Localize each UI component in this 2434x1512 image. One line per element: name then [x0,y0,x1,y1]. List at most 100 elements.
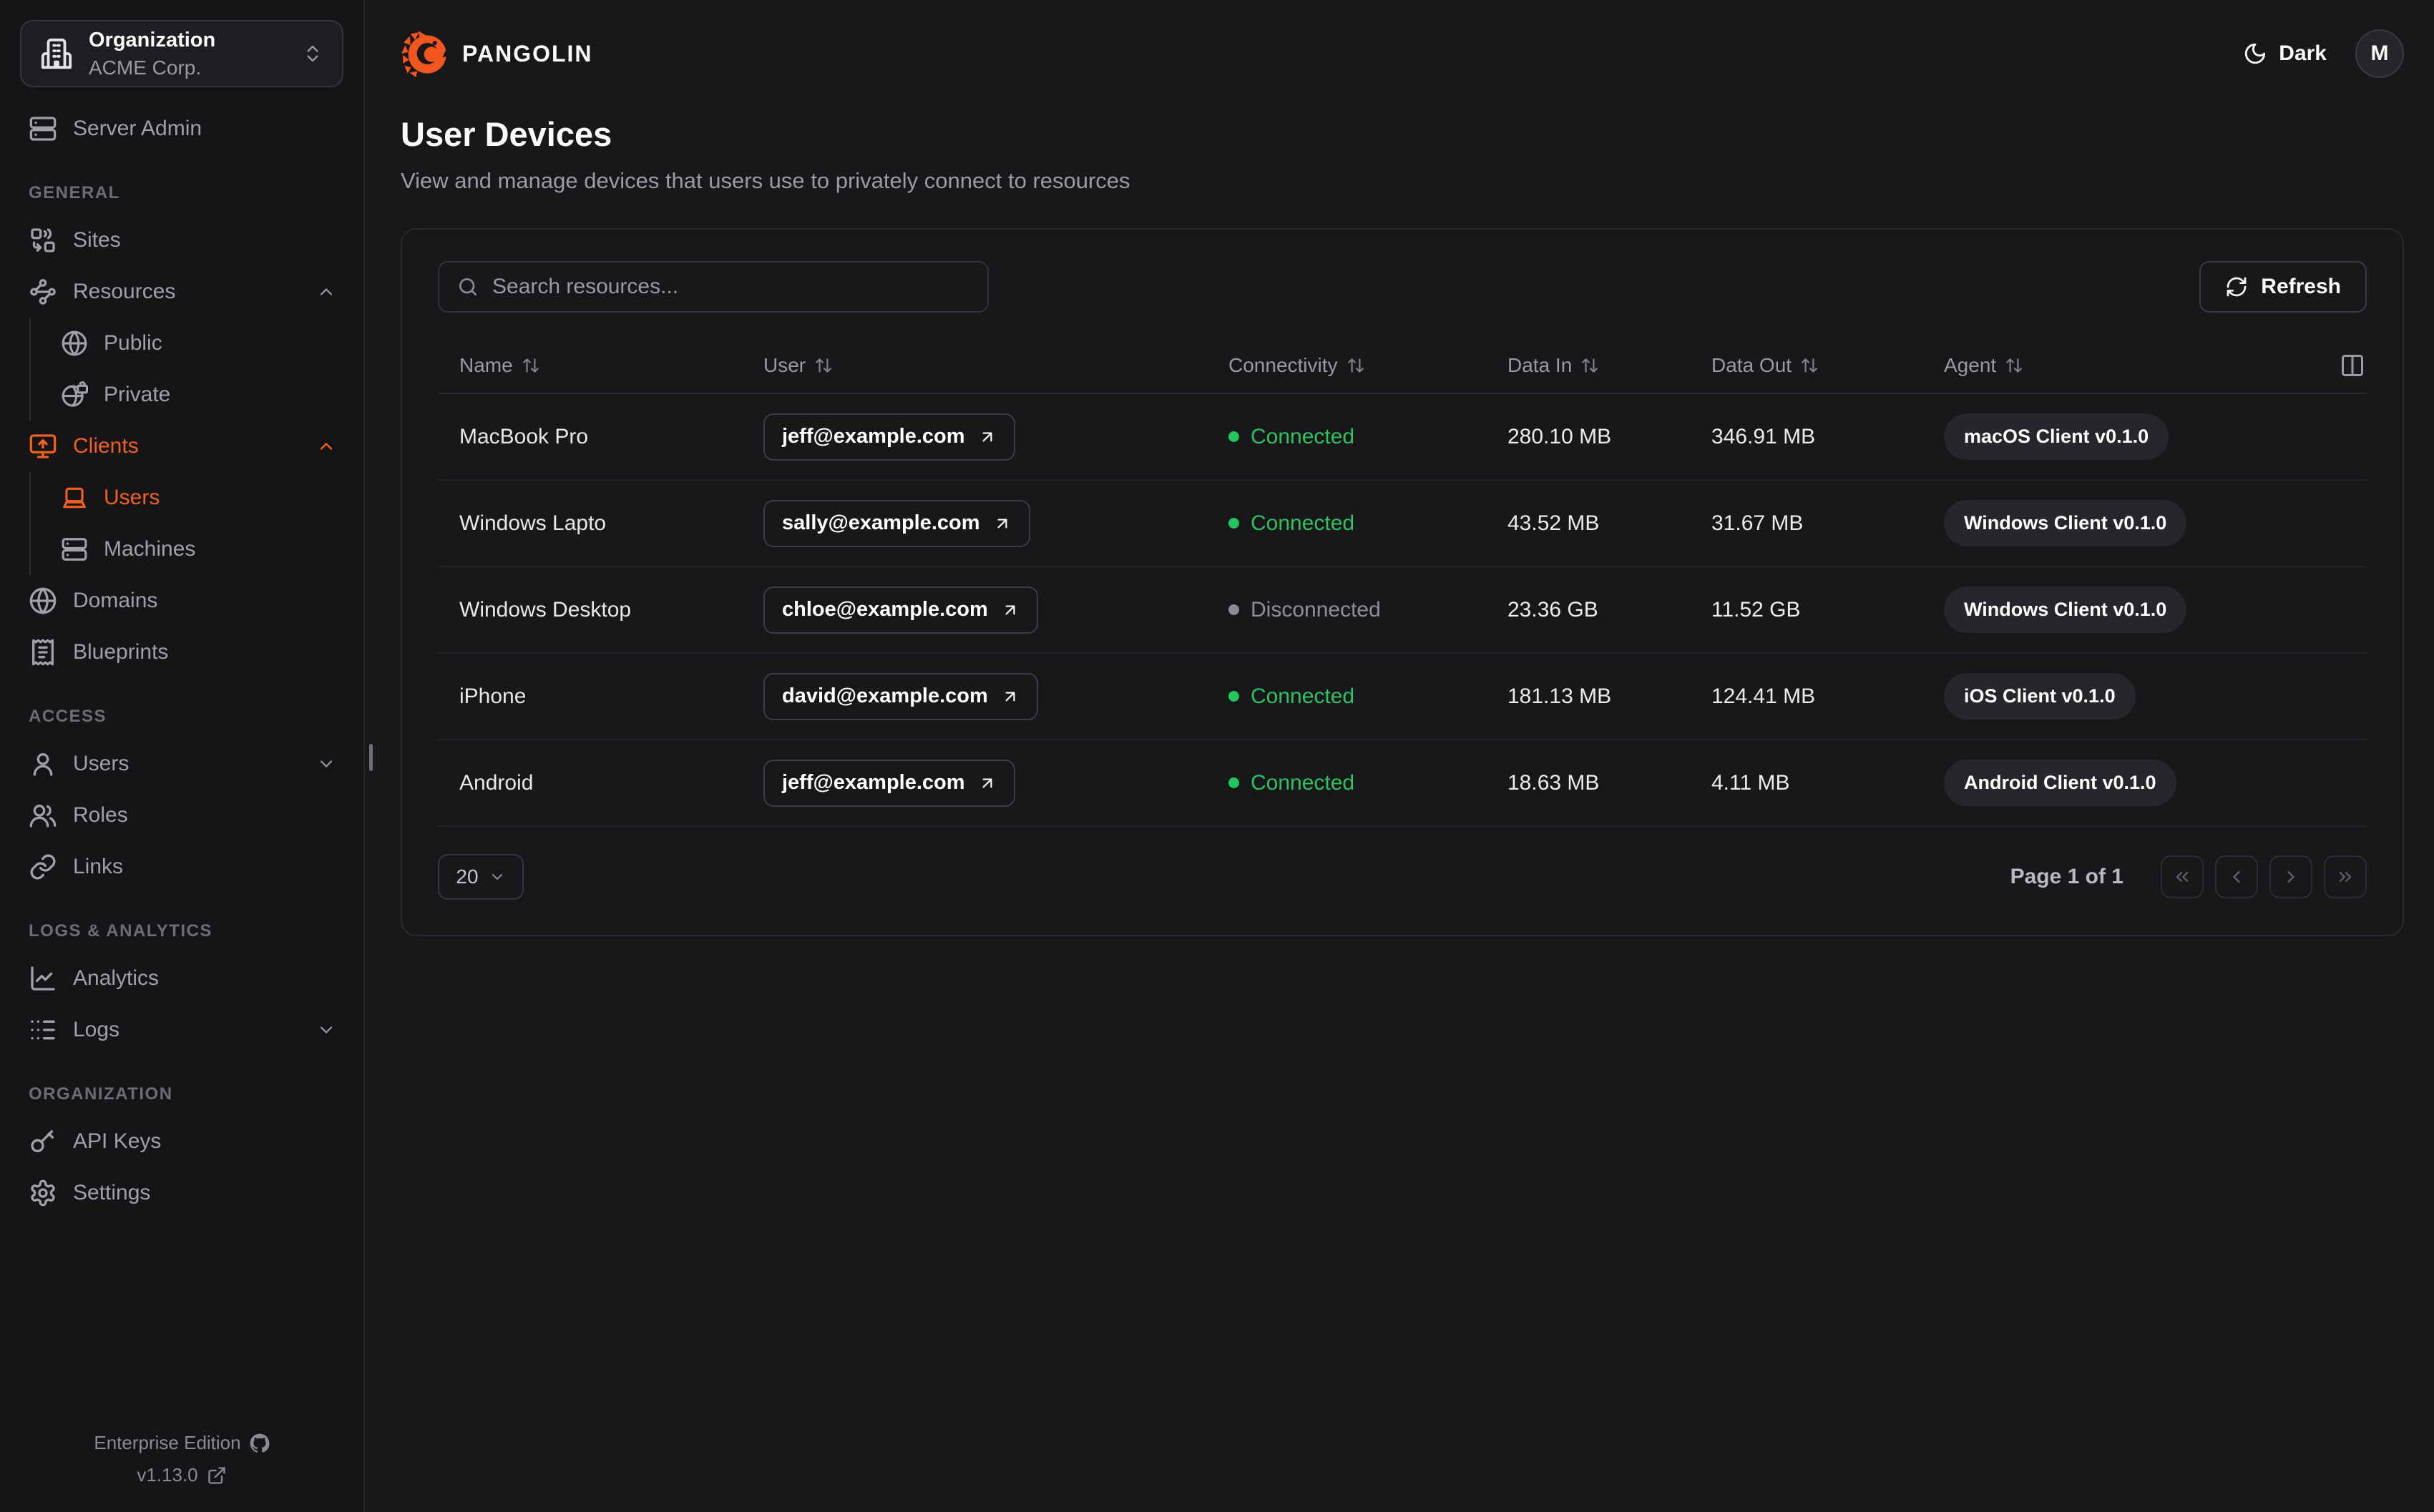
sidebar-item-label: Clients [73,434,139,458]
page-subtitle: View and manage devices that users use t… [401,168,1130,193]
sidebar-item-logs[interactable]: Logs [20,1004,343,1056]
chevron-down-icon [320,760,333,767]
first-page-button[interactable] [2161,855,2204,898]
search-input[interactable] [492,275,970,299]
sidebar-item-label: Resources [73,280,176,303]
sidebar-item-label: Analytics [73,966,160,990]
chevron-down-icon [320,1026,333,1034]
key-icon [31,1130,54,1152]
data-in-value: 18.63 MB [1507,770,1600,795]
receipt-text-icon [32,639,54,666]
prev-page-button[interactable] [2215,855,2258,898]
connectivity-status: Disconnected [1228,598,1507,622]
user-link[interactable]: jeff@example.com [763,759,1015,807]
connectivity-status: Connected [1228,684,1507,709]
data-in-value: 43.52 MB [1507,511,1600,535]
section-label-access: ACCESS [29,707,107,726]
logs-icon [31,1020,55,1040]
chevrons-up-down-icon [307,45,318,62]
sidebar-item-clients-users[interactable]: Users [54,472,343,524]
sidebar-item-analytics[interactable]: Analytics [20,953,343,1004]
data-out-value: 124.41 MB [1711,684,1816,708]
status-dot [1228,777,1239,788]
sort-icon [1582,358,1598,373]
table-row: Windows Lapto sally@example.com Connecte… [438,481,2367,567]
org-switcher-value: ACME Corp. [89,56,202,79]
sidebar-item-private[interactable]: Private [54,369,343,421]
link-icon [30,854,56,880]
column-header-agent[interactable]: Agent [1944,354,2367,377]
server-icon [29,117,57,141]
column-header-data-in[interactable]: Data In [1507,354,1711,377]
theme-toggle[interactable]: Dark [2243,41,2327,66]
sidebar-item-roles[interactable]: Roles [20,790,343,841]
table-header: Name User Connectivity Data In Data Out … [438,338,2367,394]
sidebar-item-label: Links [73,855,124,878]
globe-icon [62,330,87,356]
topbar-right: Dark M [2243,29,2404,78]
external-link-icon [207,1466,225,1484]
sidebar-item-links[interactable]: Links [20,841,343,893]
chevron-right-icon [2287,870,2294,883]
page-info: Page 1 of 1 [2010,865,2123,888]
sidebar-item-sites[interactable]: Sites [20,215,343,266]
version-line[interactable]: v1.13.0 [137,1464,226,1486]
user-link[interactable]: sally@example.com [763,499,1030,547]
sidebar-item-users[interactable]: Users [20,738,343,790]
column-header-data-out[interactable]: Data Out [1711,354,1944,377]
section-label-organization: ORGANIZATION [29,1084,173,1104]
arrow-up-right-icon [997,519,1007,528]
next-page-button[interactable] [2269,855,2312,898]
arrow-up-right-icon [1005,605,1015,614]
sidebar-item-public[interactable]: Public [54,318,343,369]
chevron-left-icon [2233,870,2240,883]
waypoints-icon [30,279,56,305]
agent-badge: Windows Client v0.1.0 [1944,500,2187,546]
chart-line-icon [31,966,55,991]
devices-card: Refresh Name User Connectivity Data In D… [401,228,2404,936]
column-header-connectivity[interactable]: Connectivity [1228,354,1507,377]
device-name: Android [459,770,534,795]
edition-line[interactable]: Enterprise Edition [94,1432,270,1454]
sidebar-item-resources[interactable]: Resources [20,266,343,318]
status-dot [1228,691,1239,702]
search-icon [459,278,476,295]
sidebar-item-settings[interactable]: Settings [20,1167,343,1219]
sort-icon [1802,358,1817,373]
agent-badge: macOS Client v0.1.0 [1944,413,2169,460]
sites-icon [31,228,55,252]
user-link[interactable]: jeff@example.com [763,413,1015,461]
arrow-up-right-icon [1005,692,1015,701]
sidebar-item-api-keys[interactable]: API Keys [20,1116,343,1167]
data-in-value: 280.10 MB [1507,424,1612,448]
chevron-up-icon [320,443,333,450]
sidebar-item-machines[interactable]: Machines [54,524,343,575]
user-link[interactable]: chloe@example.com [763,586,1038,634]
sort-icon [1347,358,1364,373]
resources-subtree: Public Private [29,318,343,421]
agent-badge: Android Client v0.1.0 [1944,760,2176,806]
page-size-select[interactable]: 20 [438,854,524,900]
chevron-up-icon [320,288,333,295]
sidebar-item-domains[interactable]: Domains [20,575,343,627]
refresh-label: Refresh [2261,275,2341,298]
brand[interactable]: PANGOLIN [401,29,593,78]
agent-badge: Windows Client v0.1.0 [1944,586,2187,633]
avatar[interactable]: M [2355,29,2404,78]
columns-icon[interactable] [2340,353,2365,378]
user-link[interactable]: david@example.com [763,672,1038,720]
agent-badge: iOS Client v0.1.0 [1944,673,2136,720]
data-in-value: 23.36 GB [1507,597,1598,622]
column-header-user[interactable]: User [763,354,1228,377]
column-header-name[interactable]: Name [438,354,763,377]
edition-label: Enterprise Edition [94,1432,241,1453]
sidebar-item-server-admin[interactable]: Server Admin [20,103,343,154]
last-page-button[interactable] [2324,855,2367,898]
chevrons-right-icon [2339,872,2352,882]
arrow-up-right-icon [982,432,992,441]
refresh-button[interactable]: Refresh [2199,261,2367,313]
sidebar-item-blueprints[interactable]: Blueprints [20,627,343,678]
org-switcher[interactable]: Organization ACME Corp. [20,20,343,87]
sidebar-item-clients[interactable]: Clients [20,421,343,472]
arrow-up-right-icon [982,778,992,787]
